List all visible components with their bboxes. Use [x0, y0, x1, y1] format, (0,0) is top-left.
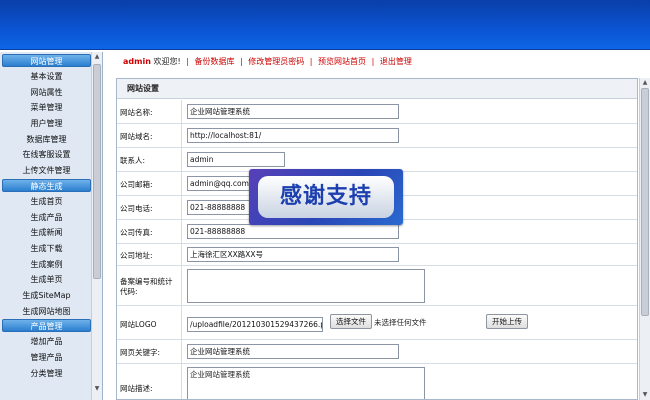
- settings-panel: 网站设置 网站名称: 企业网站管理系统 网站域名: http://localho…: [116, 78, 638, 400]
- start-upload-button[interactable]: 开始上传: [486, 314, 528, 329]
- sidebar-item-database[interactable]: 数据库管理: [2, 132, 91, 148]
- main-scrollbar[interactable]: ▲ ▼: [639, 78, 650, 400]
- sidebar-item-add-product[interactable]: 增加产品: [2, 334, 91, 350]
- nav-separator: |: [371, 57, 375, 66]
- sidebar-item-gen-news[interactable]: 生成新闻: [2, 225, 91, 241]
- sidebar-item-site-properties[interactable]: 网站属性: [2, 85, 91, 101]
- label-domain: 网站域名:: [120, 132, 153, 141]
- input-domain[interactable]: http://localhost:81/: [187, 128, 399, 143]
- panel-title: 网站设置: [117, 79, 637, 99]
- sidebar-scroll-thumb[interactable]: [93, 64, 101, 279]
- sidebar-item-gen-pages[interactable]: 生成单页: [2, 272, 91, 288]
- textarea-icp[interactable]: [187, 269, 425, 303]
- input-keywords[interactable]: 企业网站管理系统: [187, 344, 399, 359]
- sidebar-item-gen-cases[interactable]: 生成案例: [2, 257, 91, 273]
- sidebar-item-gen-home[interactable]: 生成首页: [2, 194, 91, 210]
- sidebar-item-user-management[interactable]: 用户管理: [2, 116, 91, 132]
- label-contact: 联系人:: [120, 156, 146, 165]
- sidebar-item-upload-files[interactable]: 上传文件管理: [2, 163, 91, 179]
- column-divider: [181, 124, 182, 147]
- sidebar-group-site[interactable]: 网站管理: [2, 54, 91, 67]
- sidebar-item-gen-products[interactable]: 生成产品: [2, 210, 91, 226]
- scroll-down-arrow-icon[interactable]: ▼: [92, 384, 102, 394]
- column-divider: [181, 172, 182, 195]
- label-description: 网站描述:: [120, 384, 153, 393]
- sidebar-item-basic-settings[interactable]: 基本设置: [2, 69, 91, 85]
- label-fax: 公司传真:: [120, 228, 153, 237]
- sidebar-item-manage-products[interactable]: 管理产品: [2, 350, 91, 366]
- admin-app: 网站管理 基本设置 网站属性 菜单管理 用户管理 数据库管理 在线客服设置 上传…: [0, 0, 650, 400]
- link-change-password[interactable]: 修改管理员密码: [248, 57, 304, 66]
- scroll-up-arrow-icon[interactable]: ▲: [640, 78, 650, 88]
- label-phone: 公司电话:: [120, 204, 153, 213]
- label-address: 公司地址:: [120, 251, 153, 260]
- input-contact[interactable]: admin: [187, 152, 285, 167]
- row-description: 网站描述: 企业网站管理系统: [117, 364, 637, 399]
- no-file-text: 未选择任何文件: [374, 318, 427, 327]
- sidebar: 网站管理 基本设置 网站属性 菜单管理 用户管理 数据库管理 在线客服设置 上传…: [0, 52, 103, 400]
- main-scroll-thumb[interactable]: [641, 88, 649, 316]
- sidebar-item-gen-site-map[interactable]: 生成网站地图: [2, 304, 91, 320]
- link-backup-database[interactable]: 备份数据库: [194, 57, 234, 66]
- sidebar-group-static[interactable]: 静态生成: [2, 178, 91, 192]
- input-site-name[interactable]: 企业网站管理系统: [187, 104, 399, 119]
- column-divider: [181, 244, 182, 265]
- header-banner: [0, 0, 650, 50]
- row-icp: 备案编号和统计代码:: [117, 266, 637, 306]
- row-address: 公司地址: 上海徐汇区XX路XX号: [117, 244, 637, 266]
- input-logo-path[interactable]: /uploadfile/201210301529437266.png: [187, 317, 323, 332]
- nav-separator: |: [309, 57, 313, 66]
- column-divider: [181, 220, 182, 243]
- scroll-down-arrow-icon[interactable]: ▼: [640, 390, 650, 400]
- input-fax[interactable]: 021-88888888: [187, 224, 399, 239]
- input-address[interactable]: 上海徐汇区XX路XX号: [187, 247, 399, 262]
- sidebar-item-menu-management[interactable]: 菜单管理: [2, 100, 91, 116]
- row-logo: 网站LOGO /uploadfile/201210301529437266.pn…: [117, 306, 637, 340]
- sidebar-item-online-service[interactable]: 在线客服设置: [2, 147, 91, 163]
- label-keywords: 网页关键字:: [120, 348, 161, 357]
- link-preview-site[interactable]: 预览网站首页: [318, 57, 366, 66]
- label-icp: 备案编号和统计代码:: [120, 277, 173, 296]
- sidebar-item-gen-sitemap[interactable]: 生成SiteMap: [2, 288, 91, 304]
- current-user: admin: [123, 57, 151, 66]
- column-divider: [181, 340, 182, 363]
- choose-file-button[interactable]: 选择文件: [330, 314, 372, 329]
- column-divider: [181, 364, 182, 399]
- top-nav: admin 欢迎您! | 备份数据库 | 修改管理员密码 | 预览网站首页 | …: [123, 56, 412, 68]
- label-email: 公司邮箱:: [120, 180, 153, 189]
- column-divider: [181, 196, 182, 219]
- sidebar-item-category-management[interactable]: 分类管理: [2, 366, 91, 382]
- scroll-up-arrow-icon[interactable]: ▲: [92, 52, 102, 62]
- row-site-name: 网站名称: 企业网站管理系统: [117, 100, 637, 124]
- label-logo: 网站LOGO: [120, 320, 157, 329]
- nav-separator: |: [240, 57, 243, 66]
- row-keywords: 网页关键字: 企业网站管理系统: [117, 340, 637, 364]
- column-divider: [181, 306, 182, 339]
- label-site-name: 网站名称:: [120, 108, 153, 117]
- nav-separator: |: [186, 57, 189, 66]
- thanks-watermark-text: 感谢支持: [258, 176, 394, 218]
- sidebar-group-products[interactable]: 产品管理: [2, 319, 91, 333]
- sidebar-item-gen-downloads[interactable]: 生成下载: [2, 241, 91, 257]
- welcome-text: 欢迎您!: [150, 57, 181, 66]
- link-logout[interactable]: 退出管理: [380, 57, 412, 66]
- column-divider: [181, 148, 182, 171]
- sidebar-menu: 网站管理 基本设置 网站属性 菜单管理 用户管理 数据库管理 在线客服设置 上传…: [2, 54, 91, 381]
- textarea-description[interactable]: 企业网站管理系统: [187, 367, 425, 399]
- sidebar-scrollbar[interactable]: ▲ ▼: [91, 52, 102, 400]
- column-divider: [181, 266, 182, 305]
- column-divider: [181, 100, 182, 123]
- row-domain: 网站域名: http://localhost:81/: [117, 124, 637, 148]
- thanks-watermark: 感谢支持: [249, 169, 403, 225]
